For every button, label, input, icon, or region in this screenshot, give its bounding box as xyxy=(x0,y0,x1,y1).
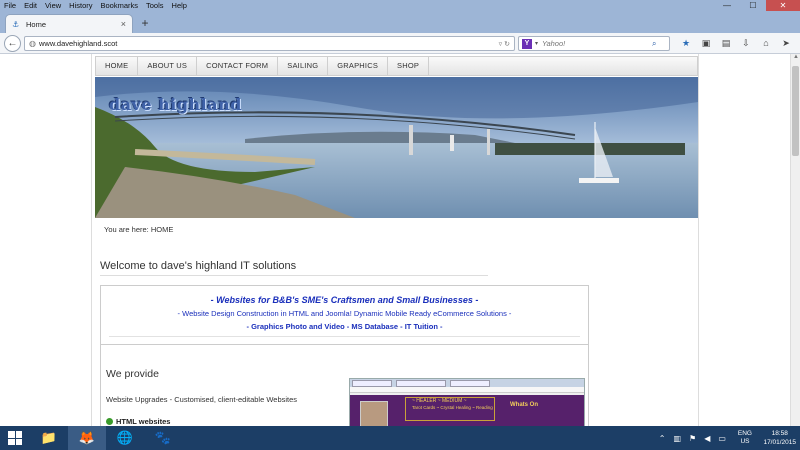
network-icon[interactable]: ▥ xyxy=(673,434,681,443)
site-page: HOME ABOUT US CONTACT FORM SAILING GRAPH… xyxy=(91,54,699,426)
window-controls: — ☐ ✕ xyxy=(714,0,800,11)
hamburger-menu-icon[interactable]: ≡ xyxy=(796,36,800,51)
windows-taskbar: 📁 🦊 🌐 🐾 ⌃ ▥ ⚑ ◀ ▭ ENG US 18:58 17/01/201… xyxy=(0,426,800,450)
favicon-icon: ⚓ xyxy=(12,19,20,29)
system-tray: ⌃ ▥ ⚑ ◀ ▭ ENG US xyxy=(655,426,760,450)
menu-bar: File Edit View History Bookmarks Tools H… xyxy=(0,0,800,11)
search-input[interactable] xyxy=(542,39,653,48)
clipboard-icon[interactable]: ▣ xyxy=(696,36,716,51)
promo-line-2: - Website Design Construction in HTML an… xyxy=(177,309,512,318)
tab-home[interactable]: ⚓ Home × xyxy=(5,14,133,33)
thumb-toolbar xyxy=(350,387,584,393)
flag-icon[interactable]: ⚑ xyxy=(689,434,696,443)
header-banner-image: dave highland xyxy=(95,77,698,218)
language-indicator[interactable]: ENG US xyxy=(738,430,752,446)
breadcrumb: You are here: HOME xyxy=(104,225,174,234)
nav-shop[interactable]: SHOP xyxy=(388,57,430,75)
lock-icon[interactable]: ▤ xyxy=(716,36,736,51)
minimize-button[interactable]: — xyxy=(714,0,740,11)
search-icon[interactable]: ⌕ xyxy=(652,39,656,49)
home-icon[interactable]: ⌂ xyxy=(756,36,776,51)
thumb-whats-on: Whats On xyxy=(510,402,538,408)
site-brand[interactable]: dave highland xyxy=(109,95,242,114)
scroll-thumb[interactable] xyxy=(792,66,799,156)
page-title: Welcome to dave's highland IT solutions xyxy=(100,260,488,276)
tab-bar: ⚓ Home × + xyxy=(0,11,800,33)
toolbar-buttons: ★ ▣ ▤ ⇩ ⌂ ➤ ≡ xyxy=(676,36,800,51)
menu-file[interactable]: File xyxy=(0,1,20,10)
services-promo-box: - Websites for B&B's SME's Craftsmen and… xyxy=(100,285,589,345)
thumb-subheading: Tarot Cards ~ Crystal Healing ~ Reading xyxy=(412,405,493,410)
close-tab-icon[interactable]: × xyxy=(121,19,126,29)
tab-title: Home xyxy=(26,19,47,29)
nav-home[interactable]: HOME xyxy=(96,57,139,75)
lang-region: US xyxy=(740,438,750,445)
clock-date: 17/01/2015 xyxy=(763,439,796,446)
thumb-page: ~ HEALER ~ MEDIUM ~ Tarot Cards ~ Crysta… xyxy=(350,395,584,426)
page-viewport: HOME ABOUT US CONTACT FORM SAILING GRAPH… xyxy=(0,54,800,426)
maximize-button[interactable]: ☐ xyxy=(740,0,766,11)
service-text: Website Upgrades - Customised, client-ed… xyxy=(106,395,298,404)
html-websites-label: HTML websites xyxy=(116,417,171,426)
example-site-screenshot[interactable]: ~ HEALER ~ MEDIUM ~ Tarot Cards ~ Crysta… xyxy=(349,378,585,426)
nav-sailing[interactable]: SAILING xyxy=(278,57,329,75)
thumb-photo xyxy=(360,401,388,426)
clock-time: 18:58 xyxy=(771,430,788,437)
send-icon[interactable]: ➤ xyxy=(776,36,796,51)
lang-code: ENG xyxy=(737,430,752,437)
section-heading: We provide xyxy=(106,368,159,380)
url-bar[interactable]: ◍ www.davehighland.scot ▿ ↻ xyxy=(24,36,515,51)
file-explorer-icon[interactable]: 📁 xyxy=(30,426,68,450)
menu-bookmarks[interactable]: Bookmarks xyxy=(97,1,143,10)
html-websites-item[interactable]: HTML websites xyxy=(106,417,170,426)
bookmark-star-icon[interactable]: ★ xyxy=(676,36,696,51)
dropdown-reload-icons[interactable]: ▿ ↻ xyxy=(499,40,514,48)
promo-line-3: - Graphics Photo and Video - MS Database… xyxy=(246,322,443,331)
site-navigation: HOME ABOUT US CONTACT FORM SAILING GRAPH… xyxy=(95,56,698,76)
divider xyxy=(109,336,580,337)
new-tab-button[interactable]: + xyxy=(138,16,152,30)
close-window-button[interactable]: ✕ xyxy=(766,0,800,11)
clock[interactable]: 18:58 17/01/2015 xyxy=(763,429,796,447)
menu-edit[interactable]: Edit xyxy=(20,1,41,10)
menu-help[interactable]: Help xyxy=(168,1,191,10)
search-bar[interactable]: Y ▾ ⌕ xyxy=(518,36,670,51)
scroll-up-icon[interactable]: ▲ xyxy=(791,54,800,63)
bullet-icon xyxy=(106,418,113,425)
navigation-toolbar: ← ◍ www.davehighland.scot ▿ ↻ Y ▾ ⌕ ★ ▣ … xyxy=(0,33,800,54)
app-icon[interactable]: 🐾 xyxy=(144,426,182,450)
tray-arrow-icon[interactable]: ⌃ xyxy=(659,434,666,443)
menu-tools[interactable]: Tools xyxy=(142,1,168,10)
thumb-heading: ~ HEALER ~ MEDIUM ~ xyxy=(412,398,467,404)
url-text[interactable]: www.davehighland.scot xyxy=(39,39,499,48)
page-scrollbar[interactable]: ▲ xyxy=(790,54,800,426)
firefox-icon[interactable]: 🦊 xyxy=(68,426,106,450)
nav-contact-form[interactable]: CONTACT FORM xyxy=(197,57,279,75)
start-button[interactable] xyxy=(0,426,30,450)
chevron-down-icon[interactable]: ▾ xyxy=(535,40,538,47)
download-icon[interactable]: ⇩ xyxy=(736,36,756,51)
screen-icon[interactable]: ▭ xyxy=(718,434,726,443)
menu-history[interactable]: History xyxy=(65,1,96,10)
menu-view[interactable]: View xyxy=(41,1,65,10)
volume-icon[interactable]: ◀ xyxy=(704,434,710,443)
globe-icon: ◍ xyxy=(29,39,36,48)
nav-about-us[interactable]: ABOUT US xyxy=(138,57,198,75)
back-arrow-icon: ← xyxy=(7,38,18,49)
yahoo-icon[interactable]: Y xyxy=(522,38,532,49)
thumb-tabbar xyxy=(350,379,584,387)
nav-graphics[interactable]: GRAPHICS xyxy=(328,57,389,75)
back-button[interactable]: ← xyxy=(4,35,21,52)
windows-logo-icon xyxy=(8,431,22,445)
ie-browser-icon[interactable]: 🌐 xyxy=(106,426,144,450)
promo-line-1: - Websites for B&B's SME's Craftsmen and… xyxy=(210,295,479,305)
